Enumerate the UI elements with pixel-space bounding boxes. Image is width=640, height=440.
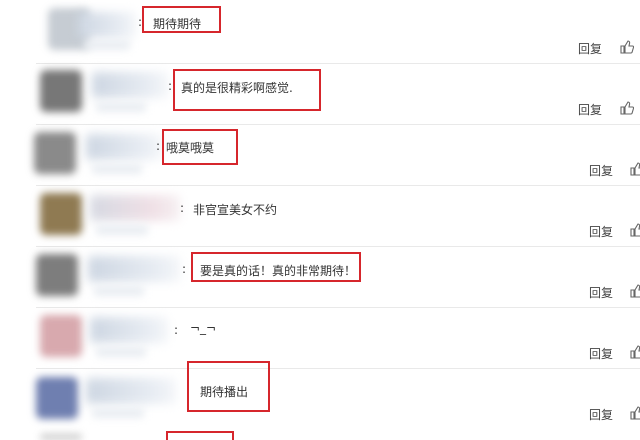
avatar[interactable] [34, 132, 76, 174]
username-blurred[interactable] [90, 317, 168, 343]
highlight-box [142, 6, 221, 33]
row-divider [36, 307, 640, 308]
like-icon[interactable] [630, 406, 640, 420]
reply-button[interactable]: 回复 [589, 406, 613, 423]
reply-button[interactable]: 回复 [578, 101, 602, 118]
like-icon[interactable] [620, 40, 634, 54]
avatar[interactable] [40, 193, 82, 235]
user-meta-blurred [84, 40, 130, 50]
avatar[interactable] [36, 254, 78, 296]
user-meta-blurred [94, 286, 144, 296]
reply-button[interactable]: 回复 [589, 284, 613, 301]
row-divider [36, 124, 640, 125]
highlight-box [166, 431, 234, 440]
row-divider [36, 246, 640, 247]
user-meta-blurred [96, 347, 146, 357]
username-blurred[interactable] [86, 378, 176, 404]
avatar[interactable] [40, 434, 82, 440]
username-blurred[interactable] [90, 195, 180, 221]
user-meta-blurred [92, 164, 142, 174]
colon-separator: : [156, 139, 161, 153]
row-divider [36, 63, 640, 64]
highlight-box [191, 252, 361, 282]
user-meta-blurred [92, 408, 144, 418]
reply-button[interactable]: 回复 [589, 223, 613, 240]
username-blurred[interactable] [86, 134, 162, 160]
like-icon[interactable] [630, 284, 640, 298]
user-meta-blurred [96, 225, 148, 235]
row-divider [36, 368, 640, 369]
reply-button[interactable]: 回复 [578, 40, 602, 57]
username-blurred[interactable] [92, 72, 168, 98]
reply-button[interactable]: 回复 [589, 345, 613, 362]
colon-separator: : [174, 323, 179, 337]
comment-text: ¬_¬ [190, 321, 217, 335]
username-blurred[interactable] [78, 12, 136, 38]
avatar[interactable] [40, 315, 82, 357]
highlight-box [173, 69, 321, 111]
reply-button[interactable]: 回复 [589, 162, 613, 179]
username-blurred[interactable] [88, 256, 180, 282]
comment-text: 非官宣美女不约 [193, 203, 278, 217]
user-meta-blurred [96, 102, 146, 112]
like-icon[interactable] [630, 223, 640, 237]
highlight-box [187, 361, 270, 412]
avatar[interactable] [40, 70, 82, 112]
highlight-box [162, 129, 238, 165]
colon-separator: : [180, 201, 185, 215]
like-icon[interactable] [630, 162, 640, 176]
colon-separator: : [168, 79, 173, 93]
row-divider [36, 185, 640, 186]
colon-separator: : [182, 262, 187, 276]
avatar[interactable] [36, 377, 78, 419]
like-icon[interactable] [620, 101, 634, 115]
like-icon[interactable] [630, 345, 640, 359]
